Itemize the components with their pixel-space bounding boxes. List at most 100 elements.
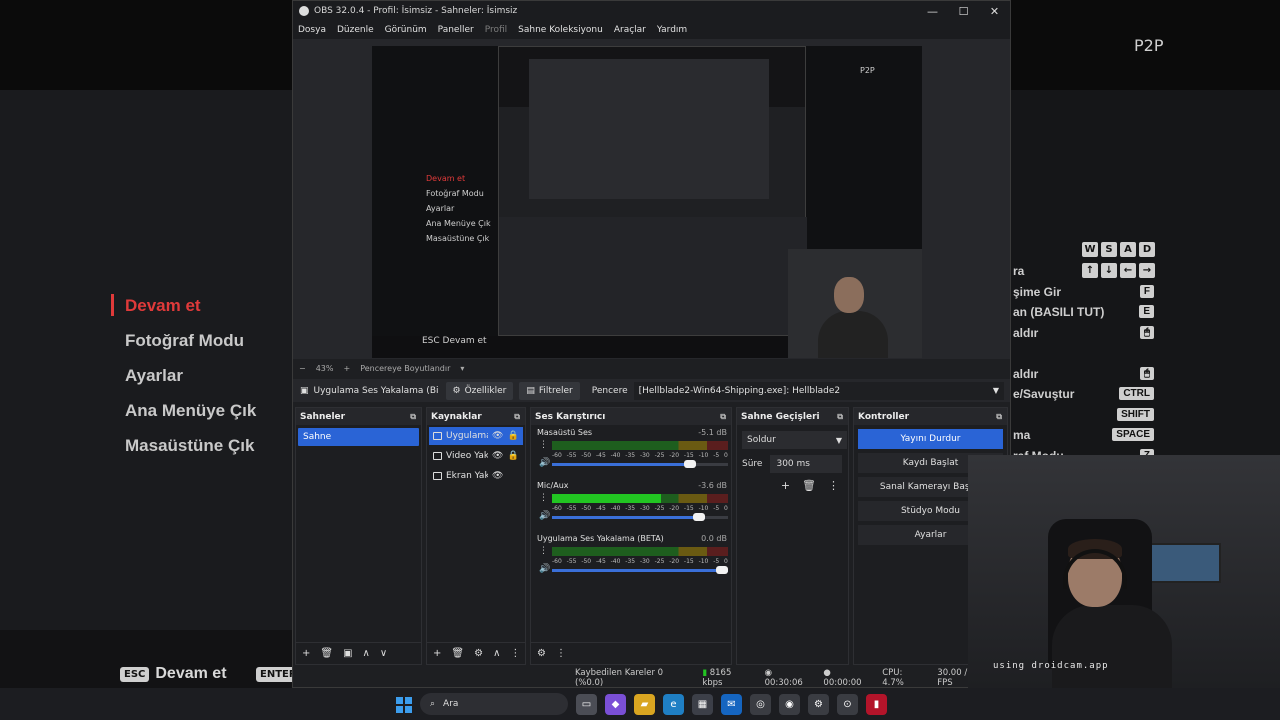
fit-to-window[interactable]: Pencereye Boyutlandır <box>360 364 450 373</box>
steam-icon[interactable]: ⊙ <box>837 694 858 715</box>
more-icon[interactable]: ⋮ <box>539 440 548 450</box>
source-item[interactable]: Uygulama 👁 🔒 <box>429 427 523 445</box>
lock-icon[interactable]: 🔒 <box>507 451 518 461</box>
remove-scene-button[interactable]: 🗑 <box>320 648 333 659</box>
meter-tick-label: -10 <box>698 505 709 512</box>
preview-esc-hint: ESC Devam et <box>422 336 487 346</box>
menu-profile[interactable]: Profil <box>485 25 507 35</box>
lock-icon[interactable]: 🔒 <box>507 431 518 441</box>
menu-help[interactable]: Yardım <box>657 25 687 35</box>
preview-canvas[interactable]: Devam et Fotoğraf Modu Ayarlar Ana Menüy… <box>372 46 922 358</box>
more-icon[interactable]: ⋮ <box>539 493 548 503</box>
speaker-icon[interactable]: 🔊 <box>539 564 550 574</box>
move-down-button[interactable]: ∨ <box>380 648 387 659</box>
taskbar-search[interactable]: ⌕ Ara <box>420 693 568 715</box>
game-pause-menu: Devam et Fotoğraf Modu Ayarlar Ana Menüy… <box>125 294 256 469</box>
menu-tools[interactable]: Araçlar <box>614 25 646 35</box>
move-up-button[interactable]: ∧ <box>493 648 500 659</box>
settings-icon[interactable]: ⚙ <box>808 694 829 715</box>
taskview-icon[interactable]: ▭ <box>576 694 597 715</box>
undock-icon[interactable]: ⧉ <box>720 412 726 422</box>
source-item[interactable]: Ekran Yak 👁 <box>429 467 523 485</box>
meter-tick-label: -25 <box>654 452 665 459</box>
transition-tools: + 🗑 ⋮ <box>742 479 843 492</box>
zoom-in-button[interactable]: + <box>343 364 350 373</box>
app-icon[interactable]: ▮ <box>866 694 887 715</box>
zoom-out-button[interactable]: − <box>299 364 306 373</box>
properties-button[interactable]: ⚙ Özellikler <box>445 381 514 400</box>
source-item[interactable]: Video Yak 👁 🔒 <box>429 447 523 465</box>
volume-fill <box>552 569 728 572</box>
speaker-icon[interactable]: 🔊 <box>539 458 550 468</box>
close-button[interactable]: ✕ <box>979 5 1010 18</box>
volume-knob[interactable] <box>716 566 728 574</box>
windows-start-icon[interactable] <box>396 697 412 713</box>
edge-icon[interactable]: e <box>663 694 684 715</box>
outlook-icon[interactable]: ✉ <box>721 694 742 715</box>
obs-icon[interactable]: ◉ <box>779 694 800 715</box>
add-scene-button[interactable]: + <box>302 648 310 659</box>
scenes-dock: Sahneler ⧉ Sahne + 🗑 ▣ ∧ ∨ <box>295 407 422 665</box>
volume-slider[interactable] <box>552 460 728 468</box>
preview-menu-item: Devam et <box>426 174 466 183</box>
add-transition-button[interactable]: + <box>781 479 790 492</box>
undock-icon[interactable]: ⧉ <box>514 412 520 422</box>
volume-knob[interactable] <box>693 513 706 521</box>
volume-knob[interactable] <box>684 460 697 468</box>
channel-db: 0.0 dB <box>701 534 727 543</box>
filters-button[interactable]: ▤ Filtreler <box>519 381 580 400</box>
duration-input[interactable]: 300 ms <box>770 455 843 473</box>
menu-scene-collection[interactable]: Sahne Koleksiyonu <box>518 25 603 35</box>
monitor-source-icon <box>433 472 442 480</box>
undock-icon[interactable]: ⧉ <box>837 412 843 422</box>
search-icon: ⌕ <box>430 699 436 709</box>
eye-icon[interactable]: 👁 <box>492 451 503 461</box>
mixer-settings-button[interactable]: ⚙ <box>537 648 546 659</box>
chrome-icon[interactable]: ◎ <box>750 694 771 715</box>
mixer-channel: Masaüstü Ses -5.1 dB ⋮ -60 -55 -50 -45 -40 -35… <box>537 428 728 481</box>
remove-transition-button[interactable]: 🗑 <box>802 479 816 492</box>
volume-slider[interactable] <box>552 566 728 574</box>
stop-streaming-button[interactable]: Yayını Durdur <box>858 429 1003 449</box>
title-bar[interactable]: OBS 32.0.4 - Profil: İsimsiz - Sahneler:… <box>293 1 1010 21</box>
hint-label: ra <box>1013 264 1025 278</box>
explorer-icon[interactable]: ▰ <box>634 694 655 715</box>
more-icon[interactable]: ⋮ <box>828 479 839 492</box>
undock-icon[interactable]: ⧉ <box>410 412 416 422</box>
filter-scene-button[interactable]: ▣ <box>343 648 352 659</box>
source-properties-button[interactable]: ⚙ <box>474 648 483 659</box>
remove-source-button[interactable]: 🗑 <box>451 648 464 659</box>
speaker-icon[interactable]: 🔊 <box>539 511 550 521</box>
maximize-button[interactable]: ☐ <box>948 5 979 18</box>
volume-slider[interactable] <box>552 513 728 521</box>
hint-key: E <box>1139 305 1154 318</box>
add-source-button[interactable]: + <box>433 648 441 659</box>
menu-edit[interactable]: Düzenle <box>337 25 374 35</box>
more-icon[interactable]: ⋮ <box>510 648 520 659</box>
game-menu-item-continue: Devam et <box>125 296 201 315</box>
chevron-down-icon: ▼ <box>835 435 842 445</box>
more-icon[interactable]: ⋮ <box>539 546 548 556</box>
meter-tick-label: 0 <box>724 558 728 565</box>
copilot-icon[interactable]: ◆ <box>605 694 626 715</box>
transition-select[interactable]: Soldur ▼ <box>742 431 847 449</box>
nested-docks <box>499 217 807 335</box>
transition-type: Soldur <box>747 435 776 445</box>
undock-icon[interactable]: ⧉ <box>996 412 1002 422</box>
more-icon[interactable]: ⋮ <box>556 648 566 659</box>
window-select[interactable]: [Hellblade2-Win64-Shipping.exe]: Hellbla… <box>633 381 1004 400</box>
scene-item[interactable]: Sahne <box>298 428 419 446</box>
menu-docks[interactable]: Paneller <box>438 25 474 35</box>
move-up-button[interactable]: ∧ <box>363 648 370 659</box>
window-title: OBS 32.0.4 - Profil: İsimsiz - Sahneler:… <box>314 6 518 16</box>
menu-file[interactable]: Dosya <box>298 25 326 35</box>
minimize-button[interactable]: — <box>917 5 948 18</box>
menu-view[interactable]: Görünüm <box>385 25 427 35</box>
chevron-down-icon[interactable]: ▾ <box>460 364 464 373</box>
eye-icon[interactable]: 👁 <box>492 431 503 441</box>
eye-icon[interactable]: 👁 <box>492 471 503 481</box>
hint-label: ma <box>1013 428 1031 442</box>
duration-value: 300 ms <box>776 459 810 469</box>
preview-webcam <box>788 249 922 358</box>
store-icon[interactable]: ▦ <box>692 694 713 715</box>
